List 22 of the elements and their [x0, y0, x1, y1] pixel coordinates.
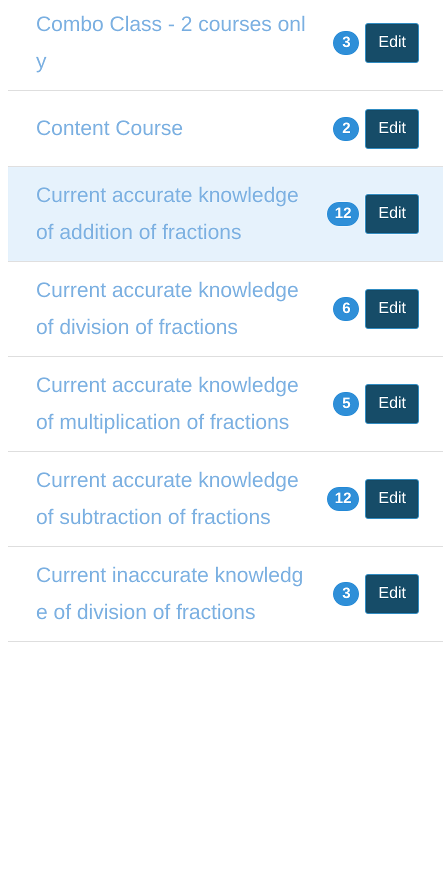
list-item[interactable]: Current accurate knowledge of addition of fractions 12 Edit: [8, 167, 443, 262]
edit-button[interactable]: Edit: [365, 384, 419, 424]
edit-button[interactable]: Edit: [365, 479, 419, 519]
count-badge: 6: [333, 297, 360, 321]
item-label: Current accurate knowledge of subtraction of fractions: [36, 468, 300, 531]
edit-button[interactable]: Edit: [365, 23, 419, 63]
count-badge: 3: [333, 582, 360, 606]
item-label: Content Course: [36, 116, 184, 142]
edit-button[interactable]: Edit: [365, 108, 419, 148]
item-label: Current inaccurate knowledge of division of fractions: [36, 563, 304, 626]
item-label: Current accurate knowledge of division of fractions: [36, 278, 300, 341]
count-badge: 12: [326, 487, 360, 511]
edit-button[interactable]: Edit: [365, 574, 419, 614]
count-badge: 5: [333, 392, 360, 416]
item-label: Combo Class - 2 courses only: [36, 12, 307, 75]
count-badge: 12: [326, 202, 360, 226]
item-label: Current accurate knowledge of addition of fractions: [36, 183, 300, 246]
count-badge: 2: [333, 116, 360, 140]
count-badge: 3: [333, 31, 360, 55]
edit-button[interactable]: Edit: [365, 289, 419, 329]
item-label: Current accurate knowledge of multiplication of fractions: [36, 373, 300, 436]
edit-button[interactable]: Edit: [365, 194, 419, 234]
